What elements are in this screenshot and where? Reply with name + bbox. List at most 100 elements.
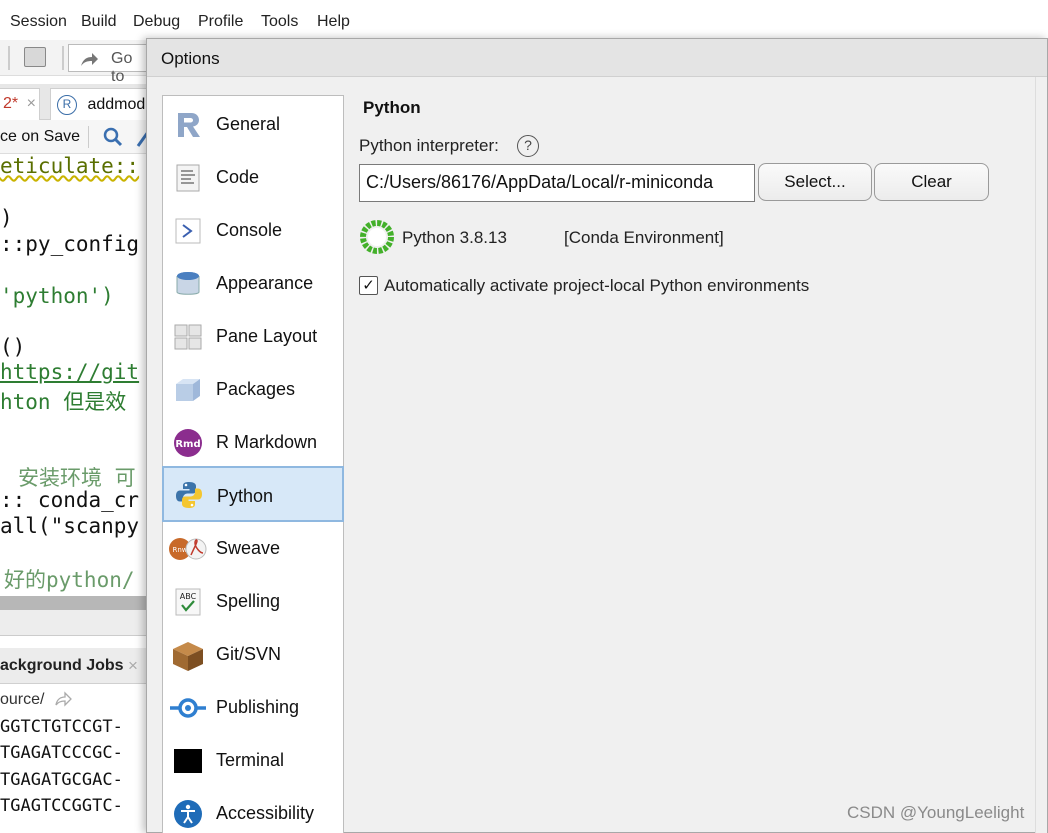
auto-activate-option[interactable]: ✓ Automatically activate project-local P…: [359, 275, 959, 297]
menu-tools[interactable]: Tools: [261, 13, 298, 31]
nav-item-publishing[interactable]: Publishing: [163, 681, 343, 734]
sweave-pdf-icon: Rnw: [169, 538, 207, 560]
close-icon[interactable]: ×: [128, 656, 138, 676]
section-title: Python: [363, 98, 421, 117]
console-line: GGTCTGTCCGT-: [0, 717, 123, 737]
pane-grid-icon: [174, 324, 202, 350]
nav-label: Packages: [216, 379, 296, 399]
dialog-titlebar[interactable]: Options: [147, 39, 1047, 77]
nav-item-accessibility[interactable]: Accessibility: [163, 787, 343, 833]
nav-label: Console: [216, 220, 283, 240]
editor-tab-1[interactable]: 2* ×: [0, 88, 40, 120]
nav-item-appearance[interactable]: Appearance: [163, 257, 343, 310]
editor-tabbar: 2* × R addmod: [0, 84, 154, 120]
goto-file-input[interactable]: Go to: [68, 44, 150, 85]
code-line: eticulate::: [0, 154, 140, 178]
jobs-tabbar: ackground Jobs ×: [0, 648, 150, 684]
source-on-save-label[interactable]: ce on Save: [0, 128, 80, 146]
watermark: CSDN @YoungLeelight: [847, 803, 1025, 822]
main-toolbar: Go to: [0, 40, 150, 85]
menu-profile[interactable]: Profile: [198, 13, 243, 31]
python-env-info: Python 3.8.13 [Conda Environment]: [359, 219, 959, 255]
options-dialog: Options General Code Console Appearance …: [146, 38, 1048, 833]
nav-item-pane-layout[interactable]: Pane Layout: [163, 310, 343, 363]
nav-item-terminal[interactable]: Terminal: [163, 734, 343, 787]
nav-item-git-svn[interactable]: Git/SVN: [163, 628, 343, 681]
code-line: https://git: [0, 360, 140, 384]
dialog-scrollbar[interactable]: [1035, 77, 1047, 833]
nav-label: Python: [217, 486, 274, 506]
toolbar-divider: [88, 126, 89, 148]
editor-tab-2[interactable]: R addmod: [50, 88, 154, 120]
menu-help[interactable]: Help: [317, 13, 350, 31]
close-icon[interactable]: ×: [27, 95, 36, 112]
interpreter-label: Python interpreter:: [359, 136, 499, 155]
auto-activate-label: Automatically activate project-local Pyt…: [384, 276, 810, 295]
menu-debug[interactable]: Debug: [133, 13, 180, 31]
jobs-path-bar: ource/: [0, 684, 150, 714]
path-label: ource/: [0, 691, 45, 708]
select-interpreter-button[interactable]: Select...: [758, 163, 872, 201]
nav-item-sweave[interactable]: Rnw Sweave: [163, 522, 343, 575]
code-editor[interactable]: eticulate:: ) ::py_config 'python') () h…: [0, 154, 150, 596]
menu-session[interactable]: Session: [10, 13, 67, 31]
spelling-check-icon: ABC: [175, 588, 201, 616]
console-line: TGAGATCCCGC-: [0, 743, 123, 763]
code-line: :: conda_cr: [0, 488, 140, 512]
accessibility-icon: [174, 800, 202, 828]
goto-dir-icon[interactable]: [54, 691, 72, 707]
nav-label: General: [216, 114, 281, 134]
conda-ring-icon: [360, 220, 394, 254]
editor-scrollbar[interactable]: [0, 596, 150, 610]
nav-label: Terminal: [216, 750, 285, 770]
console-prompt-icon: [175, 218, 201, 244]
clear-interpreter-button[interactable]: Clear: [874, 163, 989, 201]
menu-build[interactable]: Build: [81, 13, 117, 31]
print-icon[interactable]: [24, 47, 46, 67]
python-version: Python 3.8.13: [402, 228, 507, 247]
nav-label: Spelling: [216, 591, 281, 611]
job-output-console: GGTCTGTCCGT- TGAGATCCCGC- TGAGATGCGAC- T…: [0, 714, 150, 833]
auto-activate-checkbox[interactable]: ✓: [359, 276, 378, 295]
interpreter-path-field[interactable]: C:/Users/86176/AppData/Local/r-miniconda: [359, 164, 755, 202]
code-line: ::py_config: [0, 232, 140, 256]
nav-item-packages[interactable]: Packages: [163, 363, 343, 416]
nav-label: R Markdown: [216, 432, 318, 452]
nav-label: Sweave: [216, 538, 281, 558]
nav-item-code[interactable]: Code: [163, 151, 343, 204]
console-line: TGAGATGCGAC-: [0, 770, 123, 790]
background-jobs-tab[interactable]: ackground Jobs: [0, 657, 124, 675]
goto-arrow-icon: [81, 53, 98, 66]
r-file-icon: R: [57, 95, 77, 115]
pane-splitter[interactable]: [0, 610, 150, 636]
toolbar-divider: [8, 46, 10, 70]
python-logo-icon: [176, 482, 202, 508]
tab-label: 2*: [3, 95, 19, 112]
publishing-icon: [170, 698, 206, 718]
nav-label: Code: [216, 167, 260, 187]
nav-label: Accessibility: [216, 803, 315, 823]
rmarkdown-icon: Rmd: [174, 429, 202, 457]
menubar: Session Build Debug Profile Tools Help: [0, 0, 1048, 40]
search-icon[interactable]: [102, 126, 124, 148]
nav-item-r-markdown[interactable]: Rmd R Markdown: [163, 416, 343, 469]
options-nav: General Code Console Appearance Pane Lay…: [162, 95, 344, 833]
code-line: all("scanpy: [0, 514, 140, 538]
nav-item-python[interactable]: Python: [162, 466, 344, 522]
goto-label: Go to: [111, 50, 133, 85]
package-box-icon: [176, 379, 200, 401]
help-icon[interactable]: ?: [517, 135, 539, 157]
code-document-icon: [176, 164, 200, 192]
environment-type: [Conda Environment]: [564, 228, 724, 247]
code-line: (): [0, 335, 26, 359]
nav-item-spelling[interactable]: ABC Spelling: [163, 575, 343, 628]
nav-item-general[interactable]: General: [163, 98, 343, 151]
nav-item-console[interactable]: Console: [163, 204, 343, 257]
dialog-title: Options: [161, 49, 220, 68]
nav-label: Appearance: [216, 273, 314, 293]
svg-text:Rmd: Rmd: [175, 439, 200, 450]
svg-text:ABC: ABC: [180, 592, 197, 601]
svg-text:Rnw: Rnw: [172, 546, 187, 554]
code-line: 'python'): [0, 284, 114, 308]
editor-toolbar: ce on Save: [0, 120, 150, 154]
